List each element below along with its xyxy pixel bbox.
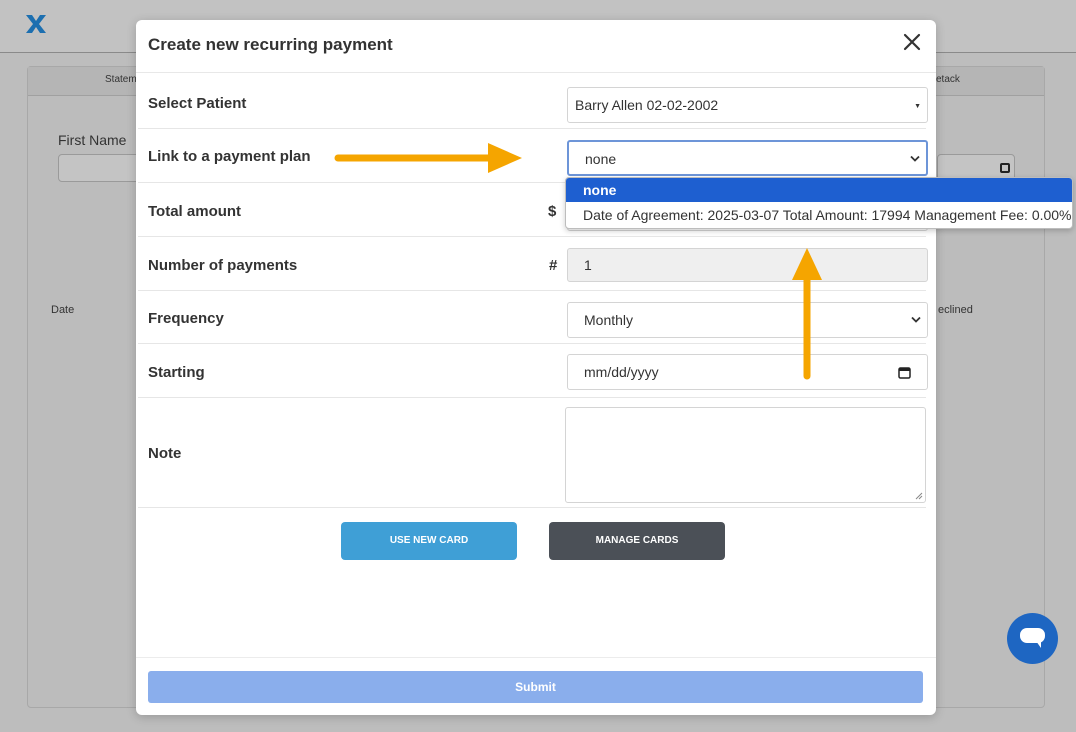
header-divider [136,72,936,73]
caret-down-icon: ▼ [914,103,921,110]
number-of-payments-label: Number of payments [148,257,298,274]
payment-plan-select-value: none [585,151,617,167]
chat-icon [1020,628,1045,648]
date-column-label: Date [51,304,75,316]
tab-stack[interactable]: etack [936,74,960,85]
first-name-input[interactable] [58,154,140,182]
payment-plan-select[interactable]: none [567,140,928,176]
modal-title: Create new recurring payment [148,35,393,54]
chat-button[interactable] [1007,613,1058,664]
starting-date-placeholder: mm/dd/yyyy [584,364,659,380]
chevron-down-icon [910,155,920,162]
recurring-payment-modal: Create new recurring payment Select Pati… [136,20,936,715]
calendar-icon[interactable] [898,366,911,379]
note-textarea[interactable] [565,407,926,503]
submit-button[interactable]: Submit [148,671,923,703]
hash-prefix: # [549,257,558,274]
tab-statements[interactable]: Statem [105,74,137,85]
use-new-card-button[interactable]: USE NEW CARD [341,522,517,560]
footer-divider [136,657,936,658]
starting-date-input[interactable]: mm/dd/yyyy [567,354,928,390]
starting-label: Starting [148,364,205,381]
note-label: Note [148,445,182,462]
patient-select[interactable]: Barry Allen 02-02-2002 ▼ [567,87,928,123]
resize-grip-icon[interactable] [915,492,923,500]
row-payment-plan: Link to a payment plan none [138,129,928,183]
payment-plan-label: Link to a payment plan [148,148,311,165]
row-frequency: Frequency Monthly [138,291,928,344]
row-number-of-payments: Number of payments # 1 [138,237,928,291]
declined-column-label: eclined [938,304,973,316]
dropdown-option-none[interactable]: none [566,178,1072,202]
frequency-select-value: Monthly [584,312,634,328]
close-icon[interactable] [900,30,924,54]
number-of-payments-input[interactable]: 1 [567,248,928,282]
first-name-label: First Name [58,132,127,148]
calendar-icon [1000,163,1010,173]
payment-plan-dropdown-list: none Date of Agreement: 2025-03-07 Total… [565,177,1073,229]
number-of-payments-value: 1 [584,257,592,273]
row-starting: Starting mm/dd/yyyy [138,344,928,398]
total-amount-label: Total amount [148,203,242,220]
frequency-label: Frequency [148,310,224,327]
dollar-prefix: $ [548,203,557,220]
frequency-select[interactable]: Monthly [567,302,928,338]
x-logo-icon[interactable] [24,12,48,36]
select-patient-label: Select Patient [148,95,247,112]
chevron-down-icon [911,316,921,323]
manage-cards-button[interactable]: MANAGE CARDS [549,522,725,560]
dropdown-option-agreement[interactable]: Date of Agreement: 2025-03-07 Total Amou… [566,203,1072,227]
patient-select-value: Barry Allen 02-02-2002 [575,97,719,113]
row-select-patient: Select Patient Barry Allen 02-02-2002 ▼ [138,75,928,129]
